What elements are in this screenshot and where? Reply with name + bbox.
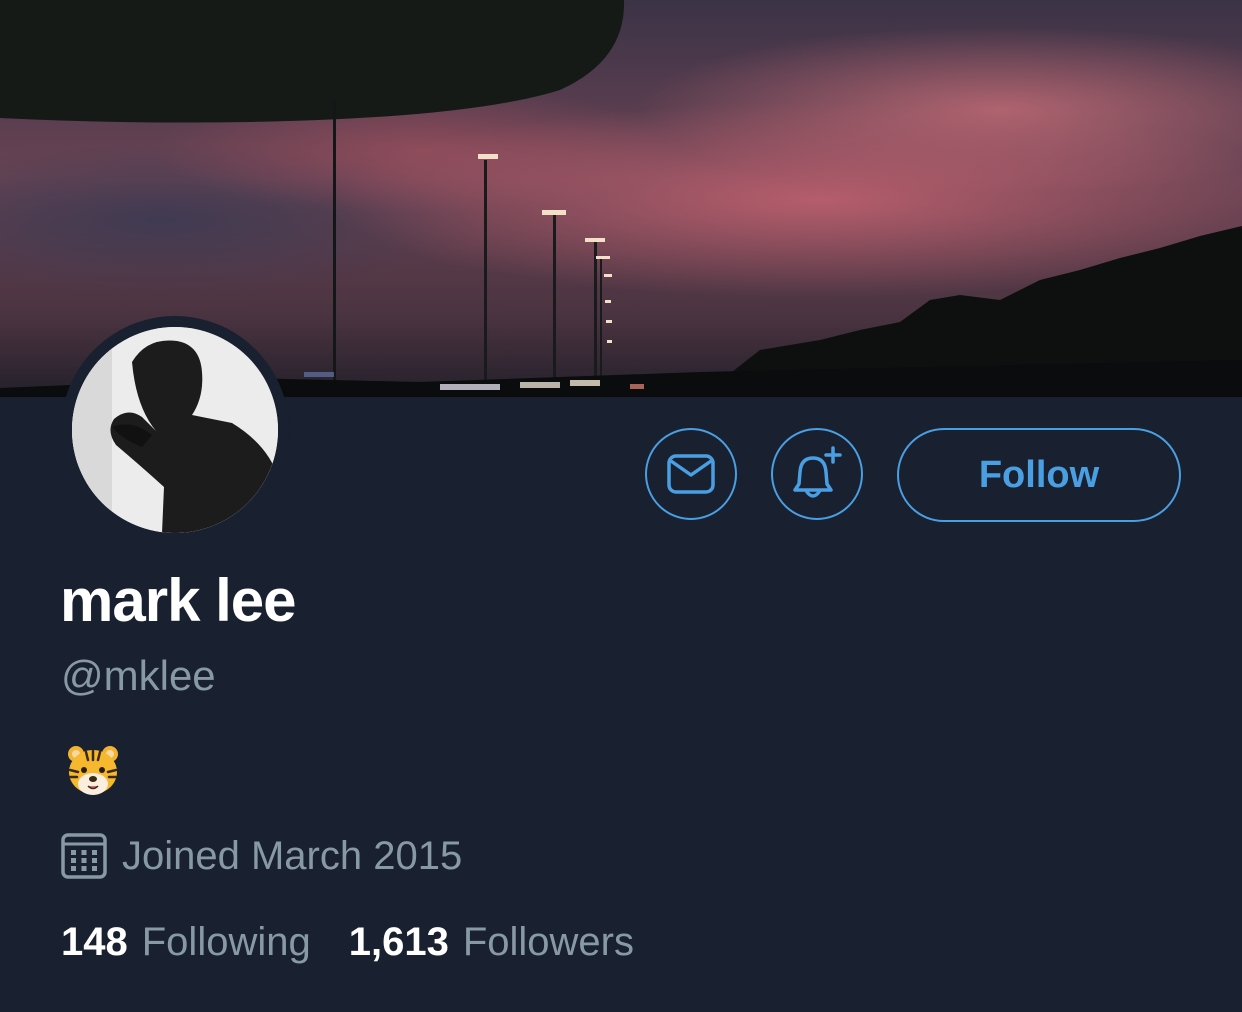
followers-label: Followers (462, 920, 634, 964)
notifications-button[interactable] (771, 428, 863, 520)
envelope-icon (667, 454, 715, 494)
following-label: Following (141, 920, 311, 964)
message-button[interactable] (645, 428, 737, 520)
follow-stats: 148 Following 1,613 Followers (61, 920, 634, 965)
follow-button[interactable]: Follow (897, 428, 1181, 522)
display-name: mark lee (60, 567, 297, 634)
bell-plus-icon (793, 446, 842, 498)
avatar[interactable] (72, 327, 278, 533)
joined-date-row: Joined March 2015 (60, 830, 462, 882)
followers-count: 1,613 (348, 920, 449, 964)
tiger-face-emoji (66, 744, 120, 800)
joined-date-text: Joined March 2015 (122, 833, 463, 878)
calendar-icon (61, 833, 107, 879)
avatar-silhouette (72, 327, 278, 533)
following-link[interactable]: 148 Following (61, 920, 311, 965)
username-handle: @mklee (61, 652, 216, 699)
followers-link[interactable]: 1,613 Followers (349, 920, 634, 965)
following-count: 148 (61, 920, 128, 964)
